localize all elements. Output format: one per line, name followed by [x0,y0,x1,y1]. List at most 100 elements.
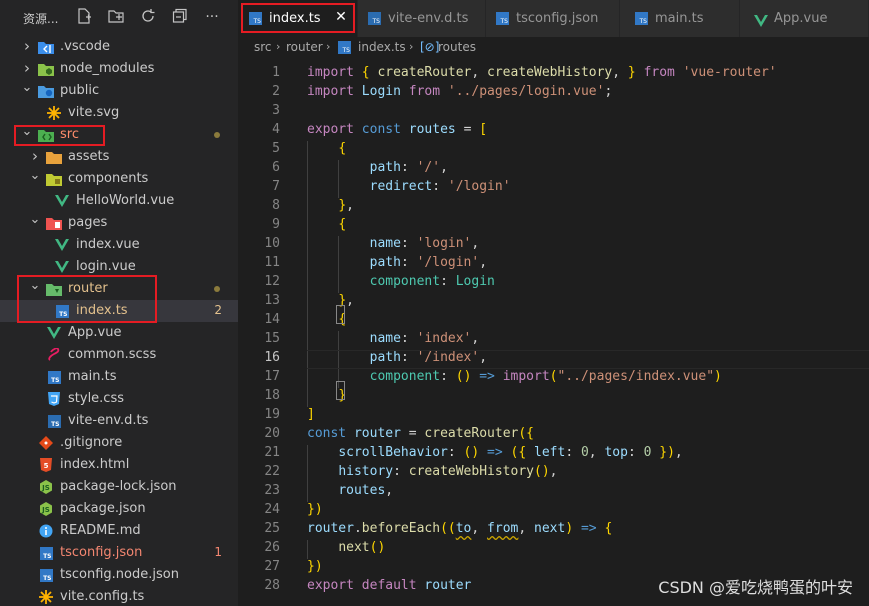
tree-item-vscode[interactable]: › .vscode [0,36,238,58]
breadcrumb-item[interactable]: src [254,40,272,54]
node-icon: JS [38,501,54,517]
code-line[interactable]: redirect: '/login' [307,179,511,194]
chevron-right-icon[interactable]: › [20,39,34,54]
line-number: 24 [264,502,280,517]
tree-item-app-vue[interactable]: App.vue [0,322,238,344]
vue-icon [754,12,768,31]
tree-item-gitignore[interactable]: .gitignore [0,432,238,454]
tree-item-label: vite-env.d.ts [68,413,149,428]
chevron-down-icon[interactable]: ⌄ [20,81,34,95]
chevron-right-icon[interactable]: › [20,61,34,76]
tree-item-style-css[interactable]: style.css [0,388,238,410]
breadcrumb-item[interactable]: router [286,40,323,54]
code-line[interactable]: }, [307,293,354,308]
pages-folder-icon [46,215,62,231]
line-number: 28 [264,578,280,593]
tree-item-public[interactable]: ⌄ public [0,80,238,102]
vscode-folder-icon [38,39,54,55]
tree-item-vite-config-ts[interactable]: vite.config.ts [0,586,238,606]
tab-app-vue[interactable]: App.vue [740,0,869,37]
tree-item-index-vue[interactable]: index.vue [0,234,238,256]
new-file-icon[interactable] [75,8,93,26]
new-folder-icon[interactable] [107,8,125,26]
ts-icon: TS [46,369,62,385]
tree-item-assets[interactable]: › assets [0,146,238,168]
line-number: 11 [264,255,280,270]
line-number: 6 [272,160,280,175]
code-line[interactable]: component: Login [307,274,495,289]
collapse-all-icon[interactable] [171,8,189,26]
code-line[interactable]: scrollBehavior: () => ({ left: 0, top: 0… [307,445,682,460]
code-line[interactable]: name: 'login', [307,236,480,251]
tree-item-common-scss[interactable]: common.scss [0,344,238,366]
tab-label: main.ts [655,11,704,26]
tree-item-tsconfig-json[interactable]: TS tsconfig.json 1 [0,542,238,564]
tree-item-package-lock-json[interactable]: JS package-lock.json [0,476,238,498]
code-line[interactable]: component: () => import("../pages/index.… [307,369,722,384]
variable-icon: [⊘] [420,40,440,54]
line-number: 20 [264,426,280,441]
code-line[interactable]: export const routes = [ [307,122,487,137]
code-line[interactable]: ] [307,407,315,422]
vite-icon [46,105,62,121]
code-line[interactable]: router.beforeEach((to, from, next) => { [307,521,612,536]
code-line[interactable]: name: 'index', [307,331,480,346]
line-number: 5 [272,141,280,156]
code-line[interactable]: path: '/login', [307,255,487,270]
tree-item-pages[interactable]: ⌄ pages [0,212,238,234]
folder-icon [46,149,62,165]
chevron-down-icon[interactable]: ⌄ [28,213,42,227]
code-line[interactable]: const router = createRouter({ [307,426,534,441]
bracket-match-highlight [336,381,345,400]
tab-main-ts[interactable]: TS main.ts [620,0,740,37]
tree-item-tsconfig-node-json[interactable]: TS tsconfig.node.json [0,564,238,586]
more-icon[interactable]: ··· [203,8,221,26]
tab-vite-env-d-ts[interactable]: TS vite-env.d.ts [358,0,486,37]
code-line[interactable]: routes, [307,483,393,498]
code-line[interactable]: }) [307,559,323,574]
code-editor[interactable]: 1 import { createRouter, createWebHistory… [238,59,869,606]
tree-item-node-modules[interactable]: › node_modules [0,58,238,80]
tree-item-label: index.vue [76,237,140,252]
tree-item-components[interactable]: ⌄ components [0,168,238,190]
chevron-right-icon[interactable]: › [28,149,42,164]
tree-item-package-json[interactable]: JS package.json [0,498,238,520]
html-icon: 5 [38,457,54,473]
breadcrumb: src › router › TS index.ts › [⊘] routes [238,37,869,59]
code-line[interactable]: path: '/', [307,160,448,175]
refresh-icon[interactable] [139,8,157,26]
code-line[interactable]: import Login from '../pages/login.vue'; [307,84,612,99]
code-line[interactable]: export default router [307,578,471,593]
breadcrumb-item[interactable]: index.ts [358,40,406,54]
svg-text:JS: JS [41,506,50,514]
line-number: 2 [272,84,280,99]
line-number: 17 [264,369,280,384]
code-line[interactable]: { [307,217,346,232]
tree-item-vite-svg[interactable]: vite.svg [0,102,238,124]
line-number: 12 [264,274,280,289]
line-number: 1 [272,65,280,80]
code-line[interactable]: }) [307,502,323,517]
tree-item-index-html[interactable]: 5 index.html [0,454,238,476]
chevron-down-icon[interactable]: ⌄ [28,169,42,183]
code-line[interactable]: { [307,141,346,156]
tree-item-readme-md[interactable]: README.md [0,520,238,542]
tab-tsconfig-json[interactable]: TS tsconfig.json [486,0,620,37]
code-line[interactable]: next() [307,540,385,555]
tree-item-main-ts[interactable]: TS main.ts [0,366,238,388]
line-number: 9 [272,217,280,232]
tree-item-helloworld-vue[interactable]: HelloWorld.vue [0,190,238,212]
tsconfig-icon: TS [496,12,509,25]
breadcrumb-item[interactable]: routes [438,40,476,54]
tree-item-label: common.scss [68,347,157,362]
tree-item-label: tsconfig.node.json [60,567,179,582]
css-icon [46,391,62,407]
info-icon [38,523,54,539]
code-line[interactable]: path: '/index', [307,350,487,365]
code-line[interactable]: history: createWebHistory(), [307,464,557,479]
code-line[interactable]: import { createRouter, createWebHistory,… [307,65,777,80]
tree-item-vite-env-d-ts[interactable]: TS vite-env.d.ts [0,410,238,432]
svg-text:JS: JS [41,484,50,492]
code-line[interactable]: }, [307,198,354,213]
tree-item-label: main.ts [68,369,117,384]
